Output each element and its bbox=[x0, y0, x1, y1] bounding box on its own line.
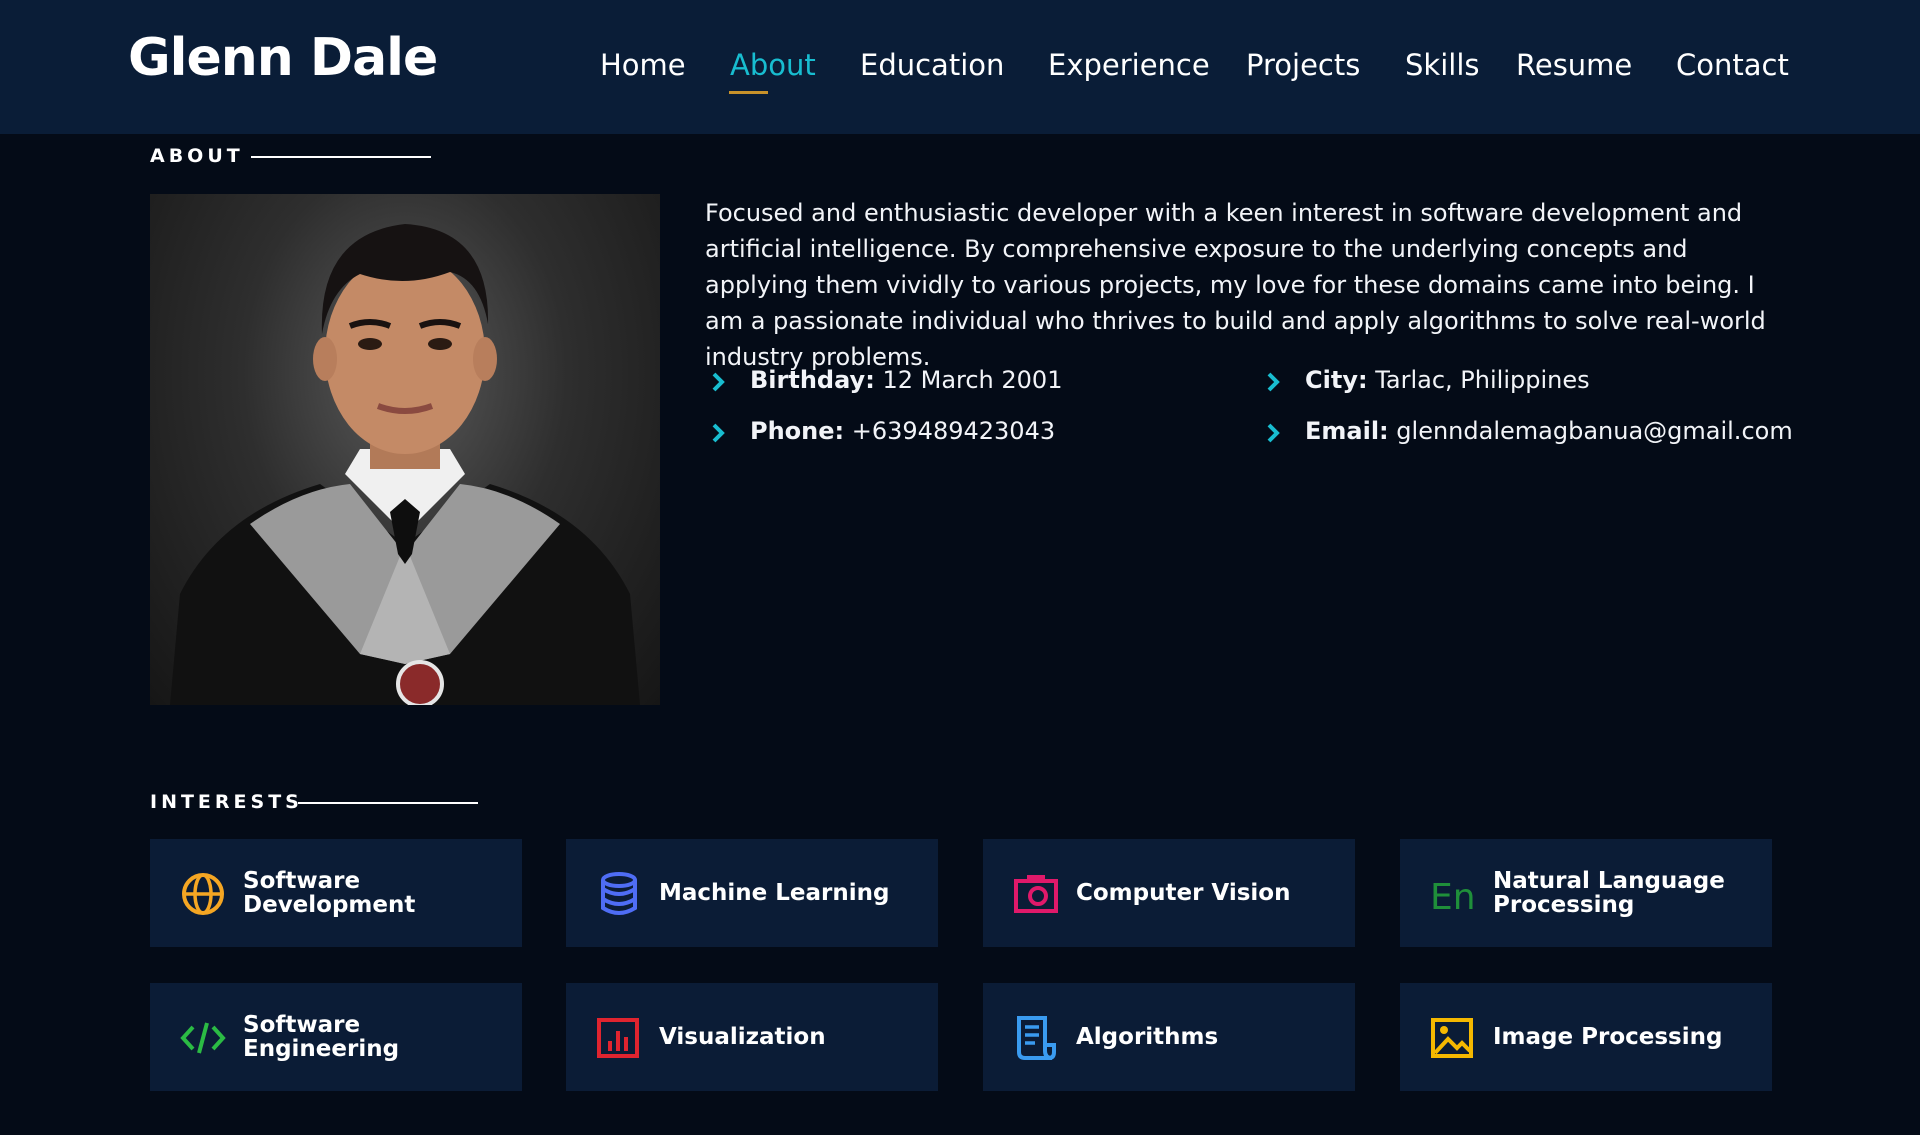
interest-card-image-processing[interactable]: Image Processing bbox=[1400, 983, 1772, 1091]
phone-label: Phone: bbox=[750, 417, 845, 445]
interest-card-algorithms[interactable]: Algorithms bbox=[983, 983, 1355, 1091]
language-icon: En bbox=[1430, 877, 1476, 917]
interest-card-machine-learning[interactable]: Machine Learning bbox=[566, 839, 938, 947]
interest-label: Visualization bbox=[659, 1024, 826, 1050]
interest-label: Image Processing bbox=[1493, 1024, 1723, 1050]
camera-icon bbox=[1014, 875, 1058, 913]
birthday-value: 12 March 2001 bbox=[882, 366, 1063, 394]
interest-card-visualization[interactable]: Visualization bbox=[566, 983, 938, 1091]
nav-contact[interactable]: Contact bbox=[1676, 48, 1789, 82]
interest-label: Algorithms bbox=[1076, 1024, 1219, 1050]
phone-value: +639489423043 bbox=[851, 417, 1056, 445]
chevron-right-icon bbox=[1267, 423, 1280, 443]
interest-label: Software Engineering bbox=[243, 1012, 400, 1062]
image-icon bbox=[1431, 1018, 1473, 1058]
interest-label: Machine Learning bbox=[659, 880, 890, 906]
about-bio: Focused and enthusiastic developer with … bbox=[705, 199, 1766, 371]
active-nav-underline bbox=[729, 91, 768, 94]
profile-photo bbox=[150, 194, 660, 705]
birthday-label: Birthday: bbox=[750, 366, 875, 394]
city-label: City: bbox=[1305, 366, 1368, 394]
nav-experience[interactable]: Experience bbox=[1048, 48, 1210, 82]
email-label: Email: bbox=[1305, 417, 1389, 445]
nav-education[interactable]: Education bbox=[860, 48, 1004, 82]
interest-card-software-engineering[interactable]: Software Engineering bbox=[150, 983, 522, 1091]
interest-label: Computer Vision bbox=[1076, 880, 1291, 906]
interest-label: Natural Language Processing bbox=[1493, 868, 1725, 918]
email-value[interactable]: glenndalemagbanua@gmail.com bbox=[1396, 417, 1792, 445]
nav-resume[interactable]: Resume bbox=[1516, 48, 1632, 82]
main-nav: Home About Education Experience Projects… bbox=[0, 48, 1920, 98]
code-icon bbox=[180, 1022, 226, 1054]
nav-skills[interactable]: Skills bbox=[1405, 48, 1479, 82]
city-value: Tarlac, Philippines bbox=[1375, 366, 1590, 394]
interest-card-nlp[interactable]: En Natural Language Processing bbox=[1400, 839, 1772, 947]
interest-label: Software Development bbox=[243, 868, 416, 918]
chevron-right-icon bbox=[1267, 372, 1280, 392]
interest-card-computer-vision[interactable]: Computer Vision bbox=[983, 839, 1355, 947]
graduate-portrait-illustration bbox=[170, 224, 640, 705]
interests-section-title: INTERESTS bbox=[150, 791, 303, 813]
nav-projects[interactable]: Projects bbox=[1246, 48, 1360, 82]
interests-title-line bbox=[298, 802, 478, 804]
site-header: Glenn Dale Home About Education Experien… bbox=[0, 0, 1920, 134]
chevron-right-icon bbox=[712, 423, 725, 443]
bar-chart-icon bbox=[597, 1018, 639, 1058]
nav-home[interactable]: Home bbox=[600, 48, 686, 82]
about-title-line bbox=[251, 156, 431, 158]
globe-icon bbox=[182, 873, 224, 915]
interest-card-software-development[interactable]: Software Development bbox=[150, 839, 522, 947]
chevron-right-icon bbox=[712, 372, 725, 392]
about-section-title: ABOUT bbox=[150, 145, 244, 167]
svg-text:En: En bbox=[1430, 877, 1476, 917]
nav-about[interactable]: About bbox=[730, 48, 816, 82]
database-icon bbox=[601, 872, 637, 915]
document-icon bbox=[1017, 1016, 1056, 1060]
